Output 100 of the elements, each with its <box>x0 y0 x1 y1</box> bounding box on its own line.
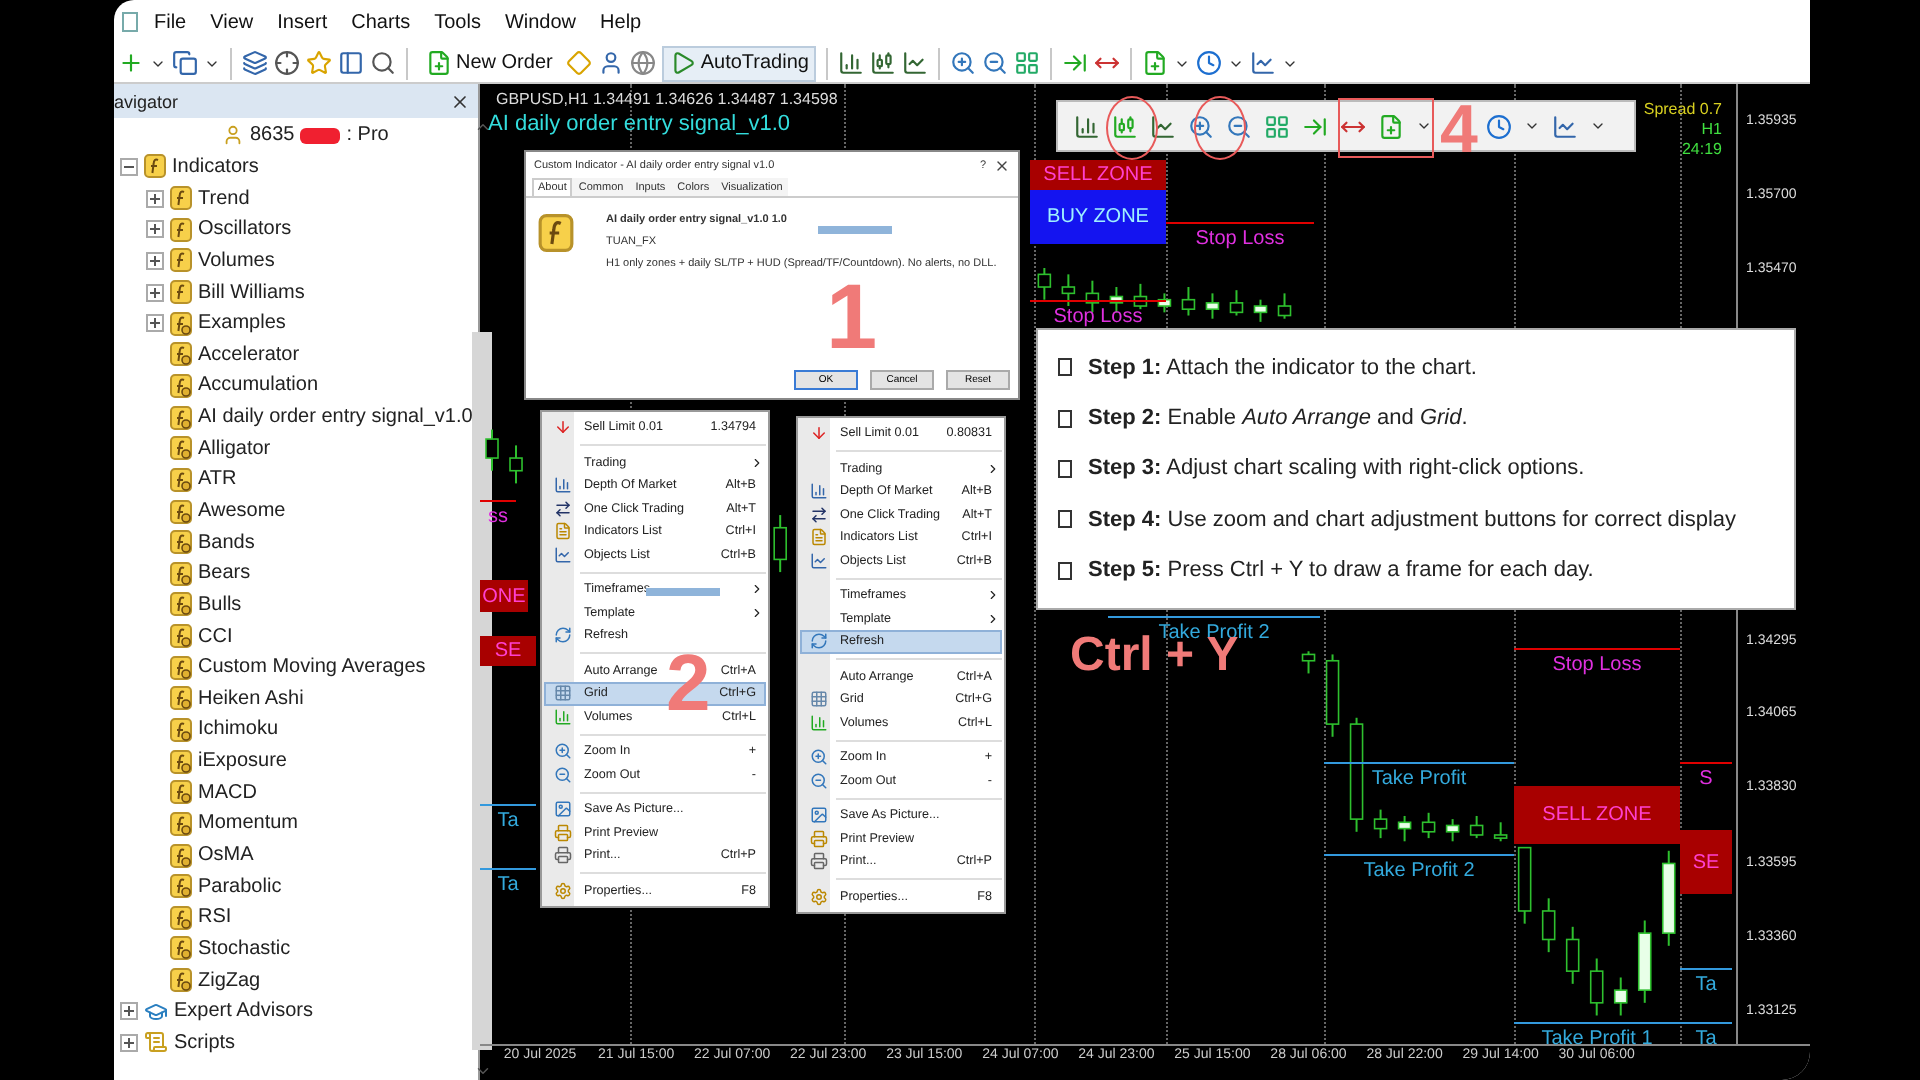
annotation-circle <box>1106 96 1158 160</box>
panel-icon[interactable] <box>338 50 364 76</box>
panel-title: avigator <box>114 91 179 111</box>
expand-icon[interactable] <box>146 251 164 270</box>
add-indicator-icon[interactable] <box>1378 113 1404 139</box>
menu-item[interactable]: View <box>198 11 266 33</box>
clock-icon[interactable] <box>1485 113 1512 139</box>
crosshair-icon[interactable] <box>274 50 300 76</box>
sell-zone: SE <box>480 636 536 666</box>
zoom-in-icon <box>553 742 571 761</box>
template-icon[interactable] <box>1551 113 1578 139</box>
tree-item[interactable]: Volumes <box>198 249 275 272</box>
tree-item[interactable]: MACD <box>198 781 257 804</box>
collapse-icon[interactable] <box>120 157 138 176</box>
expand-icon[interactable] <box>146 314 164 333</box>
tree-item[interactable]: Oscillators <box>198 218 292 241</box>
picture-icon <box>553 800 571 819</box>
tree-item[interactable]: Alligator <box>198 437 271 460</box>
tree-item[interactable]: Expert Advisors <box>174 1000 313 1023</box>
refresh-icon <box>553 626 571 645</box>
tree-item[interactable]: iExposure <box>198 750 287 773</box>
zoom-in-icon[interactable] <box>950 50 977 76</box>
tree-item[interactable]: ATR <box>198 468 237 491</box>
bar-chart-icon[interactable] <box>1074 113 1100 139</box>
market-watch-icon[interactable] <box>242 50 268 76</box>
close-icon[interactable] <box>994 157 1010 173</box>
custom-indicator-icon <box>170 373 192 398</box>
scroll-down-icon[interactable] <box>473 1062 492 1080</box>
candlestick-icon[interactable] <box>870 50 897 76</box>
menu-item[interactable]: Tools <box>422 11 493 33</box>
line-chart-icon[interactable] <box>902 50 929 76</box>
tree-item[interactable]: Bulls <box>198 593 242 616</box>
tree-item[interactable]: Bears <box>198 562 251 585</box>
tile-icon[interactable] <box>1014 50 1041 76</box>
zoom-in-icon[interactable] <box>1188 113 1214 139</box>
take-profit-label: Ta <box>497 810 519 832</box>
expand-icon[interactable] <box>146 220 164 239</box>
custom-indicator-icon <box>170 968 192 993</box>
expand-icon[interactable] <box>146 189 164 208</box>
clock-icon[interactable] <box>1196 50 1223 76</box>
tree-item[interactable]: CCI <box>198 625 233 648</box>
tree-item[interactable]: Custom Moving Averages <box>198 656 426 679</box>
zoom-out-icon[interactable] <box>982 50 1009 76</box>
tree-item[interactable]: ZigZag <box>198 969 261 992</box>
menu-item[interactable]: File <box>142 11 199 33</box>
tree-item[interactable]: Momentum <box>198 812 299 835</box>
tree-item[interactable]: Indicators <box>172 155 259 178</box>
bar-chart-icon[interactable] <box>838 50 865 76</box>
square-icon <box>1058 459 1072 478</box>
stop-loss-line <box>1680 762 1732 764</box>
stop-loss-label: Stop Loss <box>1552 654 1642 676</box>
custom-indicator-icon <box>170 592 192 617</box>
tree-item[interactable]: RSI <box>198 906 232 929</box>
pages-icon[interactable] <box>172 50 198 76</box>
caret-icon[interactable] <box>1589 118 1606 134</box>
tree-item[interactable]: Bill Williams <box>198 281 305 304</box>
star-icon[interactable] <box>306 50 332 76</box>
tree-item[interactable]: AI daily order entry signal_v1.0 <box>198 406 473 429</box>
list-icon <box>809 528 827 547</box>
account-number[interactable]: 8635 <box>250 124 295 147</box>
close-icon[interactable] <box>450 91 470 111</box>
expand-icon[interactable] <box>146 283 164 302</box>
custom-indicator-icon <box>170 561 192 586</box>
tree-item[interactable]: Stochastic <box>198 937 291 960</box>
expand-icon[interactable] <box>120 1033 138 1052</box>
line-chart-icon[interactable] <box>1150 113 1176 139</box>
tree-item[interactable]: Accumulation <box>198 374 319 397</box>
globe-icon[interactable] <box>630 50 657 76</box>
tree-item[interactable]: Accelerator <box>198 343 300 366</box>
tree-item[interactable]: Ichimoku <box>198 718 279 741</box>
tree-item[interactable]: Heiken Ashi <box>198 687 304 710</box>
double-arrow-icon <box>809 505 827 524</box>
tile-icon[interactable] <box>1264 113 1290 139</box>
caret-icon[interactable] <box>1416 118 1432 134</box>
custom-indicator-icon <box>170 811 192 836</box>
tree-item[interactable]: Awesome <box>198 500 286 522</box>
custom-indicator-icon <box>170 749 192 774</box>
menu-item[interactable]: Insert <box>265 11 340 33</box>
template-icon[interactable] <box>1250 50 1277 76</box>
step-text: Step 3: Adjust chart scaling with right-click options. <box>1088 456 1585 481</box>
menu-item[interactable]: Window <box>492 11 589 33</box>
step-number: 1 <box>826 270 878 362</box>
tree-item[interactable]: Trend <box>198 187 250 210</box>
autoscroll-icon[interactable] <box>1302 113 1328 139</box>
zoom-out-icon[interactable] <box>1226 113 1252 139</box>
tree-item[interactable]: Examples <box>198 312 286 335</box>
new-order-button[interactable]: New Order <box>418 45 561 81</box>
expand-icon[interactable] <box>120 1002 138 1021</box>
autotrading-button[interactable]: AutoTrading <box>662 45 817 81</box>
user-icon[interactable] <box>598 50 625 76</box>
scroll-up-icon[interactable] <box>473 118 492 136</box>
menu-item[interactable]: Help <box>588 11 654 33</box>
tree-item[interactable]: Parabolic <box>198 875 282 898</box>
tree-item[interactable]: OsMA <box>198 844 254 867</box>
caret-icon[interactable] <box>1523 118 1540 134</box>
tree-item[interactable]: Bands <box>198 531 255 554</box>
menu-item[interactable]: Charts <box>339 11 423 33</box>
search-icon[interactable] <box>370 50 396 76</box>
autoscroll-icon[interactable] <box>1062 50 1089 76</box>
tree-item[interactable]: Scripts <box>174 1031 236 1054</box>
